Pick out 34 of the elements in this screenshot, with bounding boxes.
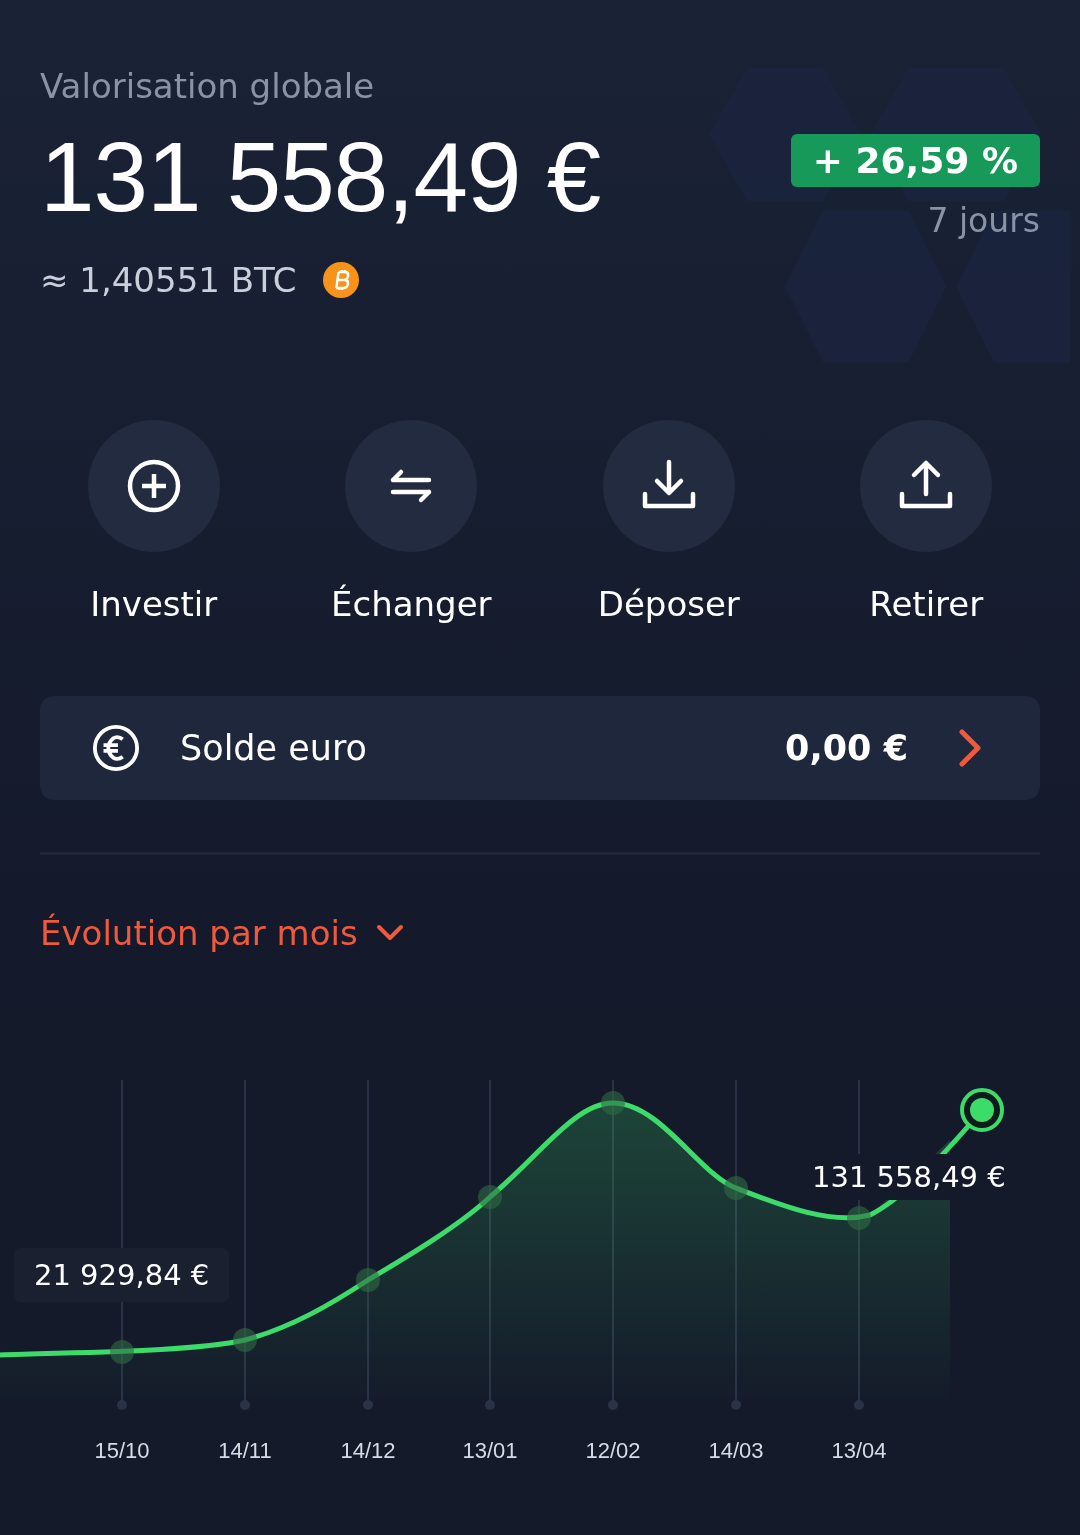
axis-date-label: 14/11 <box>217 1438 273 1464</box>
euro-icon <box>92 723 140 772</box>
period-label: 7 jours <box>927 201 1040 240</box>
action-label: Déposer <box>597 583 740 624</box>
chevron-right-icon <box>958 727 982 768</box>
axis-date-label: 15/10 <box>93 1438 151 1464</box>
axis-date-label: 12/02 <box>584 1438 642 1464</box>
data-point <box>233 1328 257 1352</box>
axis-date-label: 14/12 <box>339 1438 397 1464</box>
period-dropdown[interactable]: Évolution par mois <box>40 912 404 953</box>
portfolio-value: 131 558,49 € <box>40 124 601 232</box>
bitcoin-icon <box>322 261 359 298</box>
chevron-down-icon <box>375 922 404 943</box>
euro-balance-row[interactable]: Solde euro 0,00 € <box>40 695 1040 800</box>
data-point <box>847 1206 871 1230</box>
axis-date-label: 13/04 <box>830 1438 888 1464</box>
axis-date-label: 14/03 <box>707 1438 765 1464</box>
data-point <box>110 1340 134 1364</box>
balance-value: 0,00 € <box>785 727 908 768</box>
btc-value: ≈ 1,40551 BTC <box>40 259 297 300</box>
data-point <box>724 1176 748 1200</box>
start-value-label: 21 929,84 € <box>14 1248 230 1302</box>
current-point-marker <box>960 1088 1004 1132</box>
action-label: Retirer <box>869 583 984 624</box>
axis-date-label: 13/01 <box>461 1438 519 1464</box>
change-badge: + 26,59 % <box>790 134 1040 187</box>
plus-icon <box>125 457 182 514</box>
data-point <box>601 1091 625 1115</box>
balance-label: Solde euro <box>180 727 368 768</box>
action-label: Investir <box>90 583 218 624</box>
data-point <box>478 1185 502 1209</box>
action-label: Échanger <box>330 583 492 624</box>
data-point <box>356 1268 380 1292</box>
portfolio-title: Valorisation globale <box>40 66 376 106</box>
